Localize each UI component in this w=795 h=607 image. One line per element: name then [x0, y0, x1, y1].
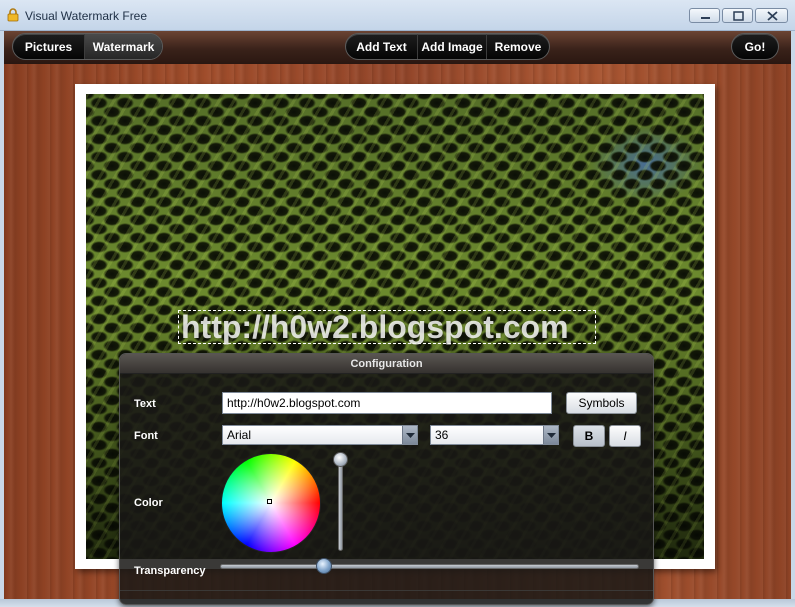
color-label: Color: [134, 497, 163, 509]
font-label: Font: [134, 430, 158, 442]
edit-button-group: Add Text Add Image Remove: [345, 33, 550, 60]
remove-button[interactable]: Remove: [487, 34, 549, 59]
italic-toggle[interactable]: I: [609, 425, 641, 447]
maximize-button[interactable]: [722, 8, 753, 23]
font-select-value: Arial: [227, 428, 252, 442]
font-size-select[interactable]: 36: [430, 425, 559, 445]
add-image-button[interactable]: Add Image: [418, 34, 487, 59]
text-label: Text: [134, 398, 156, 410]
pictures-button[interactable]: Pictures: [13, 34, 85, 59]
bold-toggle[interactable]: B: [573, 425, 605, 447]
transparency-slider-track[interactable]: [220, 564, 639, 569]
lock-icon: [7, 8, 19, 22]
close-icon: [767, 11, 778, 21]
toolbar: Pictures Watermark Add Text Add Image Re…: [4, 31, 791, 64]
brightness-slider-thumb[interactable]: [333, 452, 348, 467]
watermark-text-overlay[interactable]: http://h0w2.blogspot.com: [178, 310, 596, 344]
configuration-footer: [120, 590, 653, 604]
configuration-panel: Configuration Text Symbols Font Arial 36…: [119, 353, 654, 605]
watermark-text-input[interactable]: [222, 392, 552, 414]
view-toggle-group: Pictures Watermark: [12, 33, 163, 60]
chevron-down-icon: [543, 426, 558, 444]
window-title: Visual Watermark Free: [25, 9, 148, 23]
transparency-slider-thumb[interactable]: [316, 558, 332, 574]
add-text-button[interactable]: Add Text: [346, 34, 418, 59]
font-size-value: 36: [435, 428, 449, 442]
transparency-label: Transparency: [134, 565, 206, 577]
minimize-button[interactable]: [689, 8, 720, 23]
symbols-button[interactable]: Symbols: [566, 392, 637, 414]
brightness-slider-track[interactable]: [338, 457, 343, 551]
go-button[interactable]: Go!: [731, 33, 779, 60]
minimize-icon: [701, 17, 710, 19]
configuration-title[interactable]: Configuration: [120, 354, 653, 374]
font-select[interactable]: Arial: [222, 425, 418, 445]
close-button[interactable]: [755, 8, 788, 23]
chevron-down-icon: [402, 426, 417, 444]
color-picker-marker[interactable]: [267, 499, 272, 504]
maximize-icon: [733, 11, 744, 21]
go-button-label: Go!: [744, 39, 766, 54]
watermark-button[interactable]: Watermark: [85, 34, 162, 59]
title-bar: Visual Watermark Free: [0, 0, 795, 31]
